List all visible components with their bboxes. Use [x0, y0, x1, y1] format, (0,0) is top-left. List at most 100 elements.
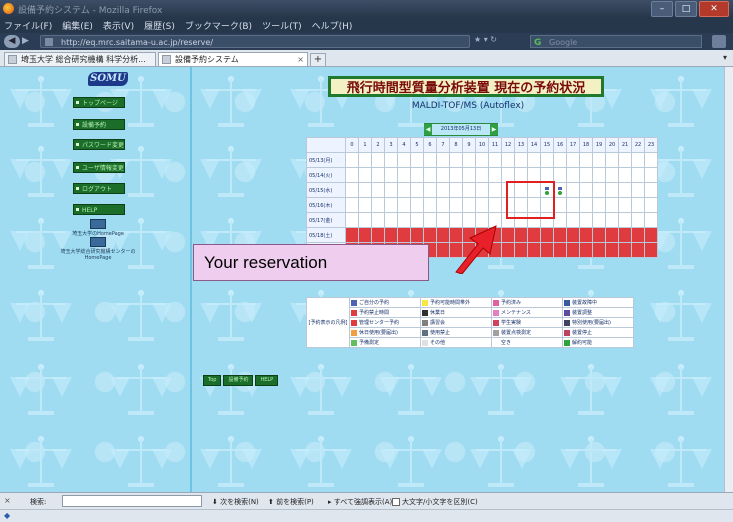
tab-reservation-system[interactable]: 設備予約システム ×	[158, 52, 308, 66]
slot-unavailable[interactable]	[501, 227, 515, 243]
slot-cell[interactable]	[462, 152, 476, 168]
slot-unavailable[interactable]	[644, 227, 658, 243]
slot-cell[interactable]	[592, 182, 606, 198]
minimize-button[interactable]: –	[651, 1, 673, 17]
slot-cell[interactable]	[449, 167, 463, 183]
slot-cell[interactable]	[579, 152, 593, 168]
slot-cell[interactable]	[631, 182, 645, 198]
slot-cell[interactable]	[501, 152, 515, 168]
slot-cell[interactable]	[436, 182, 450, 198]
slot-cell[interactable]	[371, 197, 385, 213]
menu-file[interactable]: ファイル(F)	[4, 19, 52, 32]
back-button[interactable]: ◀	[4, 35, 20, 48]
slot-cell[interactable]	[644, 167, 658, 183]
slot-cell[interactable]	[384, 167, 398, 183]
sidebar-top-page-button[interactable]: トップページ	[73, 97, 125, 108]
slot-unavailable[interactable]	[605, 242, 619, 258]
slot-cell[interactable]	[345, 167, 359, 183]
slot-unavailable[interactable]	[553, 227, 567, 243]
slot-cell[interactable]	[423, 182, 437, 198]
slot-cell[interactable]	[579, 197, 593, 213]
previous-week-button[interactable]: ◀	[424, 124, 432, 135]
slot-cell[interactable]	[371, 182, 385, 198]
slot-own-reservation[interactable]	[553, 182, 567, 198]
slot-cell[interactable]	[410, 182, 424, 198]
find-next-button[interactable]: ⬇ 次を検索(N)	[212, 497, 259, 507]
slot-cell[interactable]	[436, 197, 450, 213]
slot-cell[interactable]	[423, 152, 437, 168]
slot-unavailable[interactable]	[384, 227, 398, 243]
slot-cell[interactable]	[644, 182, 658, 198]
slot-cell[interactable]	[384, 197, 398, 213]
maximize-button[interactable]: □	[675, 1, 697, 17]
slot-cell[interactable]	[462, 182, 476, 198]
slot-cell[interactable]	[410, 197, 424, 213]
slot-cell[interactable]	[475, 197, 489, 213]
slot-cell[interactable]	[631, 167, 645, 183]
slot-unavailable[interactable]	[579, 242, 593, 258]
close-window-button[interactable]: ✕	[699, 1, 729, 17]
slot-unavailable[interactable]	[553, 242, 567, 258]
slot-cell[interactable]	[371, 212, 385, 228]
menu-bookmarks[interactable]: ブックマーク(B)	[185, 19, 252, 32]
slot-cell[interactable]	[644, 212, 658, 228]
slot-cell[interactable]	[540, 152, 554, 168]
slot-cell[interactable]	[358, 212, 372, 228]
slot-cell[interactable]	[488, 197, 502, 213]
slot-cell[interactable]	[449, 182, 463, 198]
slot-cell[interactable]	[553, 167, 567, 183]
slot-cell[interactable]	[384, 152, 398, 168]
slot-cell[interactable]	[423, 197, 437, 213]
find-input[interactable]	[62, 495, 202, 507]
slot-cell[interactable]	[579, 182, 593, 198]
slot-cell[interactable]	[592, 197, 606, 213]
slot-cell[interactable]	[566, 212, 580, 228]
match-case-checkbox[interactable]: 大文字/小文字を区別(C)	[392, 497, 478, 507]
slot-cell[interactable]	[423, 212, 437, 228]
slot-cell[interactable]	[436, 152, 450, 168]
slot-cell[interactable]	[345, 197, 359, 213]
slot-unavailable[interactable]	[618, 242, 632, 258]
slot-cell[interactable]	[384, 212, 398, 228]
slot-unavailable[interactable]	[501, 242, 515, 258]
slot-unavailable[interactable]	[436, 242, 450, 258]
sidebar-link-research-center[interactable]: 埼玉大学総合研究機構センターのHomePage	[48, 237, 148, 261]
slot-cell[interactable]	[592, 167, 606, 183]
slot-unavailable[interactable]	[631, 227, 645, 243]
slot-cell[interactable]	[475, 182, 489, 198]
slot-cell[interactable]	[514, 152, 528, 168]
current-date-select[interactable]: 2013年05月13日	[441, 126, 481, 132]
slot-cell[interactable]	[579, 212, 593, 228]
slot-cell[interactable]	[605, 197, 619, 213]
slot-unavailable[interactable]	[527, 242, 541, 258]
sidebar-password-button[interactable]: パスワード変更	[73, 139, 125, 150]
slot-cell[interactable]	[462, 197, 476, 213]
menu-history[interactable]: 履歴(S)	[144, 19, 175, 32]
highlight-all-button[interactable]: ▸ すべて強調表示(A)	[328, 497, 392, 507]
slot-cell[interactable]	[631, 152, 645, 168]
slot-unavailable[interactable]	[579, 227, 593, 243]
slot-cell[interactable]	[618, 167, 632, 183]
slot-cell[interactable]	[371, 167, 385, 183]
slot-cell[interactable]	[345, 152, 359, 168]
bottom-top-button[interactable]: Top	[203, 375, 222, 386]
slot-cell[interactable]	[397, 152, 411, 168]
slot-unavailable[interactable]	[566, 227, 580, 243]
slot-cell[interactable]	[397, 182, 411, 198]
slot-cell[interactable]	[397, 197, 411, 213]
slot-unavailable[interactable]	[644, 242, 658, 258]
slot-cell[interactable]	[462, 167, 476, 183]
slot-unavailable[interactable]	[527, 227, 541, 243]
slot-unavailable[interactable]	[618, 227, 632, 243]
slot-cell[interactable]	[358, 167, 372, 183]
home-icon[interactable]	[712, 35, 726, 48]
slot-unavailable[interactable]	[410, 227, 424, 243]
slot-unavailable[interactable]	[397, 227, 411, 243]
slot-cell[interactable]	[553, 212, 567, 228]
slot-unavailable[interactable]	[371, 227, 385, 243]
sidebar-link-university[interactable]: 埼玉大学のHomePage	[68, 219, 128, 237]
slot-cell[interactable]	[605, 152, 619, 168]
slot-cell[interactable]	[605, 167, 619, 183]
bottom-reserve-button[interactable]: 設備予約	[223, 375, 254, 386]
slot-unavailable[interactable]	[436, 227, 450, 243]
